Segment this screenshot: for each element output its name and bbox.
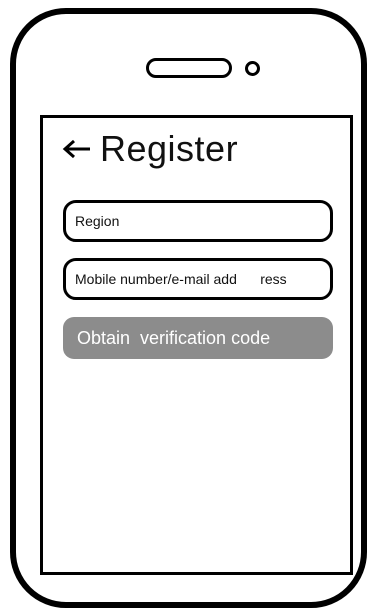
region-field-value: Region bbox=[75, 213, 120, 229]
obtain-verification-code-button[interactable]: Obtain verification code bbox=[63, 317, 333, 359]
page-title: Register bbox=[100, 128, 239, 169]
mobile-email-field[interactable]: Mobile number/e-mail add ress bbox=[63, 258, 333, 300]
arrow-left-icon[interactable] bbox=[62, 138, 92, 160]
page-header: Register bbox=[62, 125, 238, 173]
camera-icon bbox=[245, 61, 260, 76]
speaker-icon bbox=[146, 58, 232, 78]
region-field[interactable]: Region bbox=[63, 200, 333, 242]
mobile-email-field-value: Mobile number/e-mail add ress bbox=[75, 271, 287, 287]
